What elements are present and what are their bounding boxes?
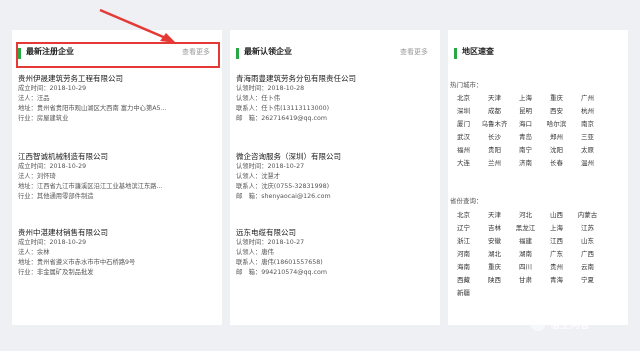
- arrow-head: [160, 33, 176, 43]
- annotation-arrow: [99, 8, 176, 43]
- arrow-shaft: [99, 8, 169, 41]
- page: 最新注册企业 查看更多 贵州伊晟建筑劳务工程有限公司 成立时间：2018-10-…: [0, 0, 640, 351]
- watermark: 悟空问答: [530, 313, 630, 335]
- watermark-logo-icon: [530, 315, 546, 331]
- watermark-text: 悟空问答: [550, 320, 590, 331]
